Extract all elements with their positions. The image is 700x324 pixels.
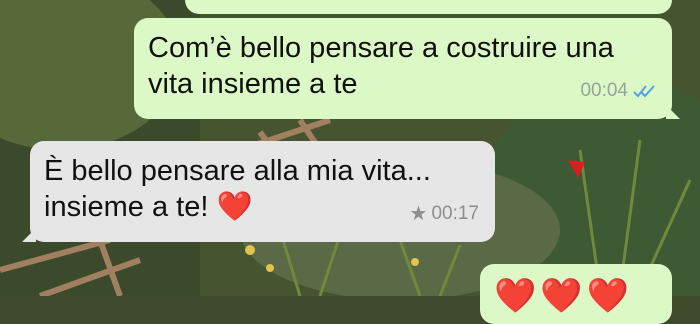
- message-text: ❤️❤️❤️: [494, 277, 634, 315]
- star-icon: ★: [409, 203, 428, 225]
- message-meta: ★ 00:17: [410, 196, 479, 232]
- message-text: Com’è bello pensare a costruire una vita…: [148, 30, 614, 102]
- double-check-read-icon: [633, 85, 655, 98]
- message-text: È bello pensare alla mia vita... insieme…: [44, 153, 431, 225]
- message-bubble-outgoing-hearts[interactable]: ❤️❤️❤️: [480, 264, 672, 324]
- bubble-tail: [666, 105, 680, 119]
- message-time: 00:04: [580, 80, 628, 101]
- message-bubble-partial[interactable]: [185, 0, 672, 14]
- bubble-tail: [22, 228, 36, 242]
- message-bubble-incoming[interactable]: È bello pensare alla mia vita... insieme…: [22, 141, 495, 242]
- message-line-2: vita insieme a te: [148, 68, 358, 100]
- message-bubble-outgoing[interactable]: Com’è bello pensare a costruire una vita…: [134, 18, 680, 119]
- message-line-1: È bello pensare alla mia vita...: [44, 155, 431, 187]
- message-line-2: insieme a te! ❤️: [44, 191, 253, 223]
- message-line-1: Com’è bello pensare a costruire una: [148, 32, 614, 64]
- message-time: 00:17: [431, 203, 479, 224]
- message-meta: 00:04: [580, 73, 658, 109]
